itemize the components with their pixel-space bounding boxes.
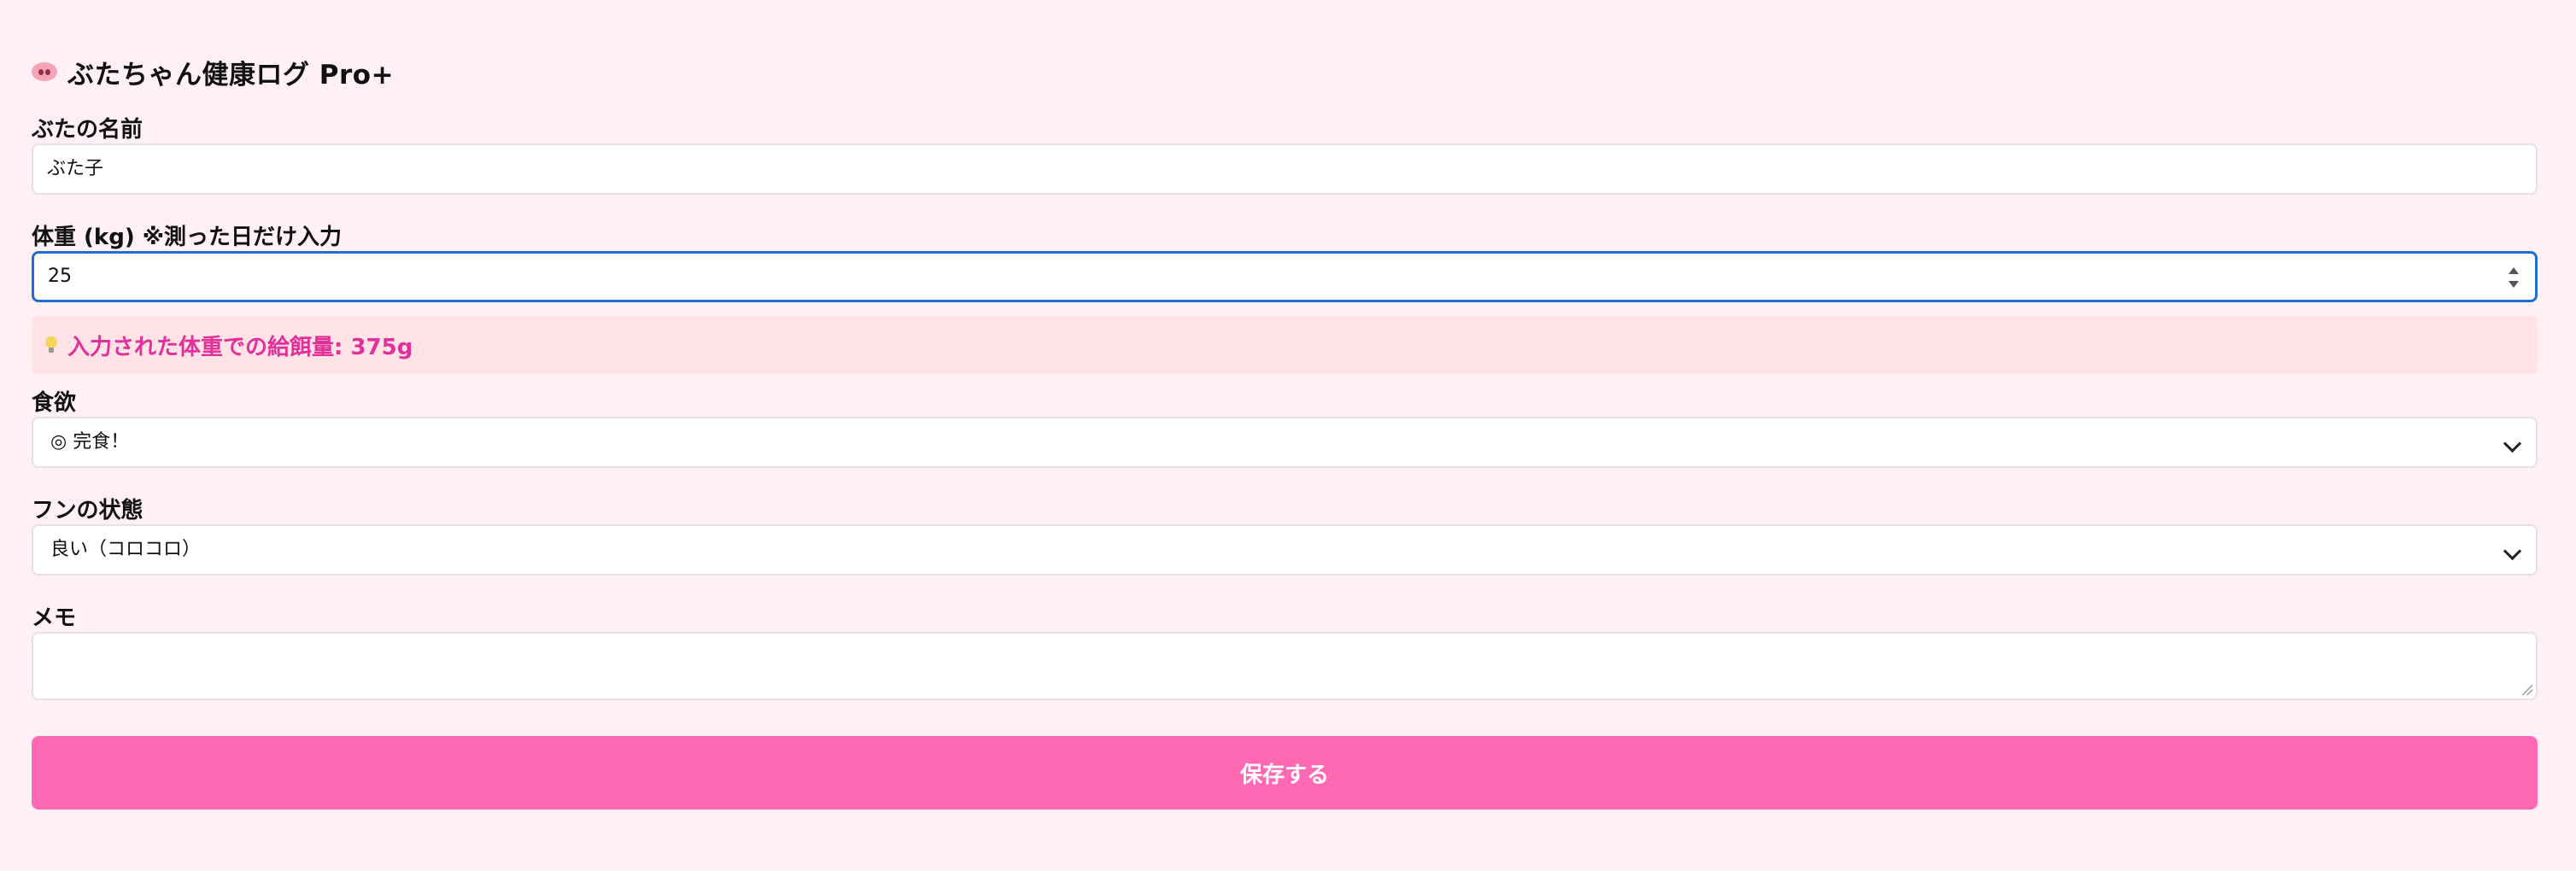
memo-label: メモ xyxy=(32,605,77,631)
memo-textarea[interactable] xyxy=(32,632,2538,700)
stool-select[interactable]: 良い（コロコロ） xyxy=(32,524,2538,576)
chevron-down-icon xyxy=(2503,434,2522,453)
stool-label: フンの状態 xyxy=(32,498,143,523)
weight-input[interactable]: 25 xyxy=(32,251,2538,302)
feed-amount-hint: 入力された体重での給餌量: 375g xyxy=(32,316,2538,374)
feed-amount-text: 入力された体重での給餌量: 375g xyxy=(67,334,413,360)
save-button[interactable]: 保存する xyxy=(32,736,2538,810)
appetite-selected-value: ◎ 完食！ xyxy=(50,431,130,453)
appetite-select[interactable]: ◎ 完食！ xyxy=(32,417,2538,468)
chevron-down-icon xyxy=(2503,541,2522,561)
pig-face-icon xyxy=(32,62,57,81)
resize-handle-icon[interactable] xyxy=(2520,683,2532,695)
page-title-text: ぶたちゃん健康ログ Pro+ xyxy=(67,59,395,91)
weight-value: 25 xyxy=(48,266,72,287)
stool-selected-value: 良い（コロコロ） xyxy=(50,539,202,560)
number-spinner-icon[interactable] xyxy=(2508,267,2520,288)
page-title: ぶたちゃん健康ログ Pro+ xyxy=(32,55,2544,91)
light-bulb-icon xyxy=(45,336,57,354)
name-label: ぶたの名前 xyxy=(32,117,143,143)
pig-name-input[interactable]: ぶた子 xyxy=(32,143,2538,195)
health-log-form-page: ぶたちゃん健康ログ Pro+ ぶたの名前 ぶた子 体重 (kg) ※測った日だけ… xyxy=(0,0,2576,871)
appetite-label: 食欲 xyxy=(32,390,77,416)
weight-label: 体重 (kg) ※測った日だけ入力 xyxy=(32,225,342,250)
pig-name-value: ぶた子 xyxy=(47,158,104,179)
